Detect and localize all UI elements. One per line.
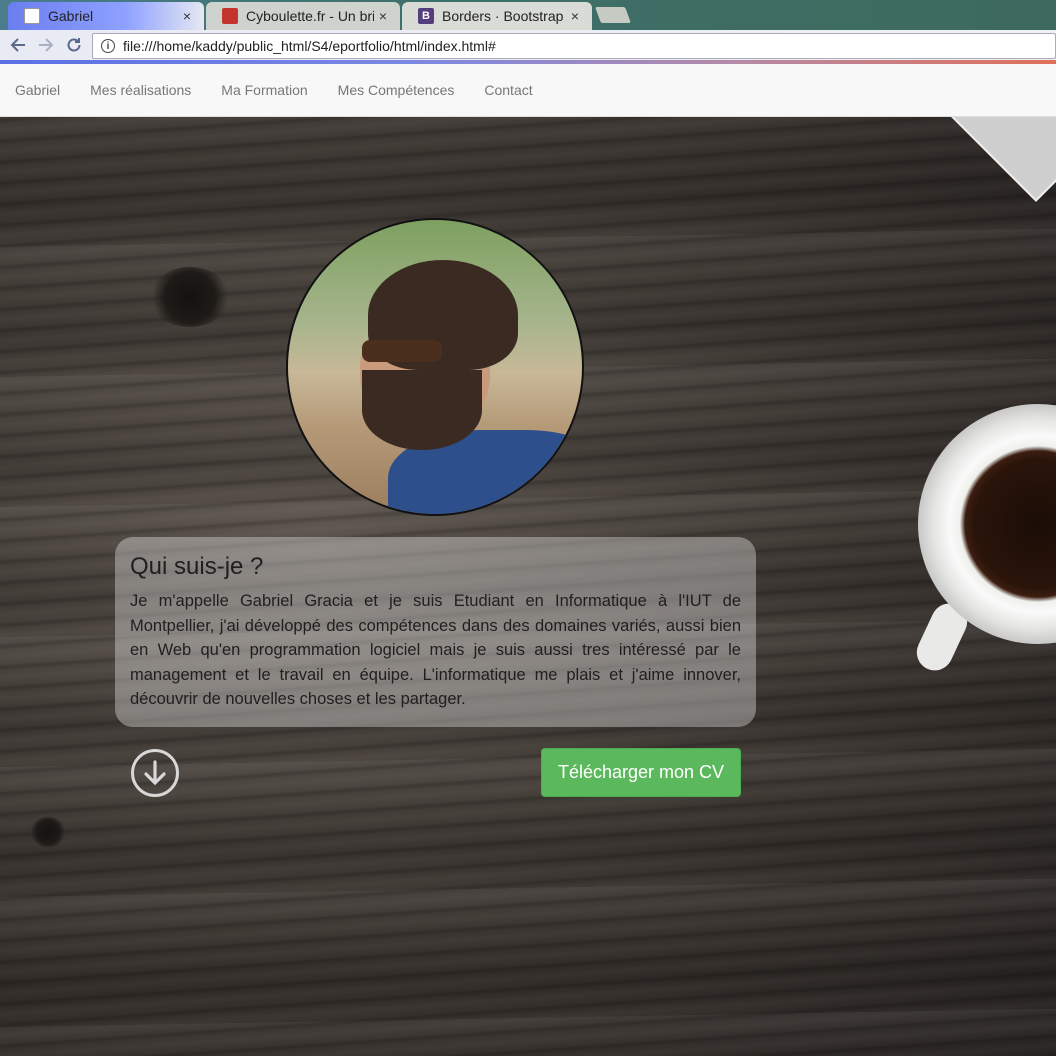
wood-knot bbox=[30, 817, 66, 847]
page-icon bbox=[24, 8, 40, 24]
tab-cyboulette[interactable]: Cyboulette.fr - Un bri × bbox=[206, 2, 400, 30]
close-tab-icon[interactable]: × bbox=[566, 8, 584, 24]
navbar-brand[interactable]: Gabriel bbox=[0, 64, 75, 117]
download-cv-button[interactable]: Télécharger mon CV bbox=[541, 748, 741, 797]
url-text: file:///home/kaddy/public_html/S4/eportf… bbox=[123, 38, 496, 54]
new-tab-button[interactable] bbox=[595, 7, 631, 23]
wood-knot bbox=[150, 267, 230, 327]
tab-title: Gabriel bbox=[48, 8, 94, 24]
tab-bootstrap[interactable]: B Borders · Bootstrap × bbox=[402, 2, 592, 30]
about-text: Je m'appelle Gabriel Gracia et je suis E… bbox=[130, 592, 741, 708]
nav-link-competences[interactable]: Mes Compétences bbox=[323, 64, 470, 117]
bootstrap-favicon-icon: B bbox=[418, 8, 434, 24]
about-heading: Qui suis-je ? bbox=[130, 553, 264, 580]
close-tab-icon[interactable]: × bbox=[178, 8, 196, 24]
arrow-down-circle-icon[interactable] bbox=[131, 749, 179, 797]
nav-link-contact[interactable]: Contact bbox=[469, 64, 547, 117]
about-card: Qui suis-je ? Je m'appelle Gabriel Graci… bbox=[115, 537, 756, 727]
close-tab-icon[interactable]: × bbox=[374, 8, 392, 24]
nav-link-realisations[interactable]: Mes réalisations bbox=[75, 64, 206, 117]
browser-toolbar: i file:///home/kaddy/public_html/S4/epor… bbox=[0, 30, 1056, 64]
back-arrow-icon[interactable] bbox=[6, 33, 30, 57]
tab-title: Borders · Bootstrap bbox=[442, 8, 564, 24]
info-icon[interactable]: i bbox=[101, 39, 115, 53]
laptop-corner bbox=[951, 117, 1056, 202]
address-bar[interactable]: i file:///home/kaddy/public_html/S4/epor… bbox=[92, 33, 1056, 59]
reload-icon[interactable] bbox=[62, 33, 86, 57]
browser-tabstrip: Gabriel × Cyboulette.fr - Un bri × B Bor… bbox=[0, 0, 1056, 30]
cyboulette-favicon-icon bbox=[222, 8, 238, 24]
site-navbar: Gabriel Mes réalisations Ma Formation Me… bbox=[0, 64, 1056, 117]
forward-arrow-icon[interactable] bbox=[34, 33, 58, 57]
nav-link-formation[interactable]: Ma Formation bbox=[206, 64, 322, 117]
tab-gabriel[interactable]: Gabriel × bbox=[8, 2, 204, 30]
tab-title: Cyboulette.fr - Un bri bbox=[246, 8, 374, 24]
hero-section: Qui suis-je ? Je m'appelle Gabriel Graci… bbox=[0, 117, 1056, 1056]
profile-photo bbox=[286, 218, 584, 516]
